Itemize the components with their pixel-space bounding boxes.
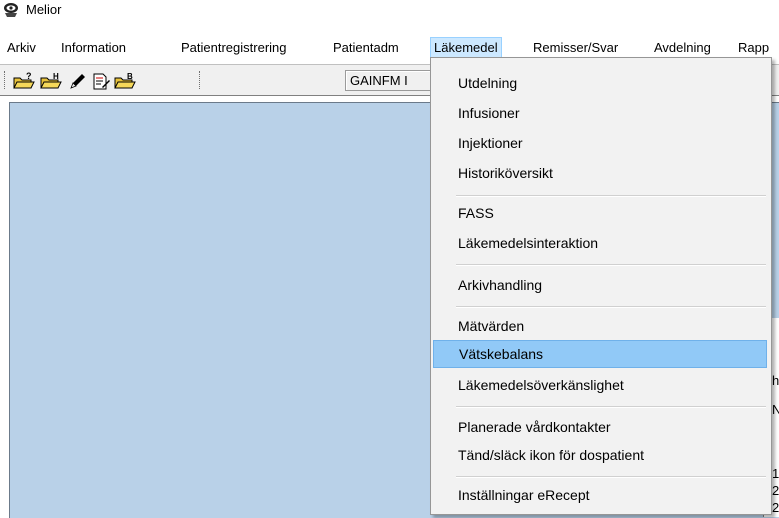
menu-item-historikoversikt[interactable]: Historiköversikt — [433, 159, 767, 187]
background-text: 1 — [772, 466, 779, 481]
menu-separator — [456, 195, 766, 197]
menu-separator — [456, 476, 766, 478]
menu-item-matvarden[interactable]: Mätvärden — [433, 312, 767, 340]
menu-arkiv[interactable]: Arkiv — [4, 38, 39, 57]
svg-text:H: H — [53, 72, 59, 81]
folder-h-icon[interactable]: H — [40, 72, 62, 90]
menu-item-dospatient-ikon[interactable]: Tänd/släck ikon för dospatient — [433, 441, 767, 469]
menu-lakemedel[interactable]: Läkemedel — [430, 37, 502, 58]
menu-patientadm[interactable]: Patientadm — [330, 38, 402, 57]
svg-text:B: B — [127, 72, 133, 81]
menu-rapp[interactable]: Rapp — [735, 38, 772, 57]
svg-text:?: ? — [26, 72, 32, 81]
menu-information[interactable]: Information — [58, 38, 129, 57]
menu-separator — [456, 406, 766, 408]
menu-item-lakemedelsoverkanslighet[interactable]: Läkemedelsöverkänslighet — [433, 371, 767, 399]
document-edit-icon[interactable] — [90, 72, 112, 90]
folder-question-icon[interactable]: ? — [13, 72, 35, 90]
menu-item-utdelning[interactable]: Utdelning — [433, 69, 767, 97]
background-text: 2 — [772, 500, 779, 515]
app-logo-icon — [4, 3, 18, 17]
menu-item-planerade-vardkontakter[interactable]: Planerade vårdkontakter — [433, 413, 767, 441]
background-text: h — [772, 373, 779, 388]
toolbar-grip[interactable] — [199, 71, 202, 89]
window-title: Melior — [26, 2, 62, 17]
menu-separator — [456, 264, 766, 266]
background-text: 2 — [772, 483, 779, 498]
folder-b-icon[interactable]: B — [114, 72, 136, 90]
menu-item-vatskebalans[interactable]: Vätskebalans — [433, 340, 767, 368]
title-bar: Melior — [0, 0, 779, 19]
menu-item-injektioner[interactable]: Injektioner — [433, 129, 767, 157]
menu-separator — [456, 306, 766, 308]
patient-id-field[interactable]: GAINFM I — [345, 70, 435, 91]
menu-remisser-svar[interactable]: Remisser/Svar — [530, 38, 621, 57]
menu-patientregistrering[interactable]: Patientregistrering — [178, 38, 290, 57]
menu-bar: Arkiv Information Patientregistrering Pa… — [0, 37, 779, 58]
menu-item-arkivhandling[interactable]: Arkivhandling — [433, 271, 767, 299]
lakemedel-dropdown-menu: Utdelning Infusioner Injektioner Histori… — [430, 57, 772, 515]
toolbar-grip[interactable] — [4, 71, 7, 89]
menu-item-lakemedelsinteraktion[interactable]: Läkemedelsinteraktion — [433, 229, 767, 257]
menu-item-installningar-erecept[interactable]: Inställningar eRecept — [433, 481, 767, 509]
menu-avdelning[interactable]: Avdelning — [651, 38, 714, 57]
menu-item-infusioner[interactable]: Infusioner — [433, 99, 767, 127]
menu-item-fass[interactable]: FASS — [433, 199, 767, 227]
pencil-icon[interactable] — [66, 72, 88, 90]
background-text: N — [772, 402, 779, 417]
